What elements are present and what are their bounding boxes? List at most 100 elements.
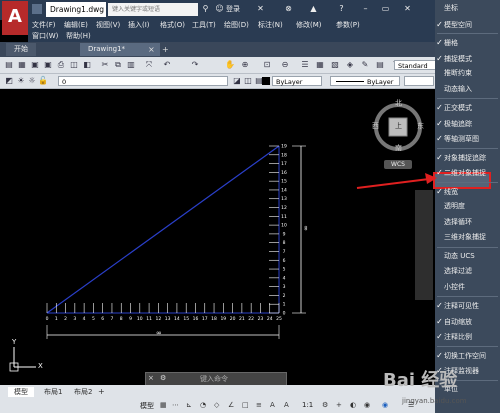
navigation-bar[interactable] [415,190,433,300]
new-tab-icon[interactable]: + [162,45,169,54]
undo-icon[interactable]: ↶ [162,60,172,70]
make-current-icon[interactable]: ◪ [232,76,242,86]
match-icon[interactable]: ⤧ [144,60,154,70]
menu-item[interactable]: ✓极轴追踪 [435,116,500,131]
save-as-icon[interactable]: ▣ [43,60,53,70]
menu-item[interactable]: 选择过滤 [435,264,500,279]
layer-select[interactable]: 0 [58,76,228,86]
menu-item[interactable]: 小控件 [435,280,500,295]
lineweight-select[interactable] [404,76,434,86]
menu-item[interactable]: 三维对象捕捉 [435,230,500,245]
design-center-icon[interactable]: ▦ [315,60,325,70]
layer-previous-icon[interactable]: ◫ [243,76,253,86]
workspace-icon[interactable]: ⚙ [322,401,328,409]
menu-draw[interactable]: 绘图(D) [224,20,249,31]
save-icon[interactable]: ▣ [30,60,40,70]
print-icon[interactable]: ⎙ [56,60,66,70]
polar-icon[interactable]: ◔ [200,401,206,409]
paste-icon[interactable]: ▥ [126,60,136,70]
quickcalc-icon[interactable]: ▤ [375,60,385,70]
viewcube-east[interactable]: 东 [417,121,424,131]
binoculars-icon[interactable]: ⚲ [200,3,211,14]
layer-manager-icon[interactable]: ◩ [4,76,14,86]
menu-item[interactable]: ✓注释比例 [435,329,500,344]
menu-edit[interactable]: 编辑(E) [64,20,88,31]
tab-model[interactable]: 模型 [8,387,34,397]
tab-layout1[interactable]: 布局1 [38,387,68,397]
copy-icon[interactable]: ⧉ [113,60,123,70]
open-file-icon[interactable]: ▦ [17,60,27,70]
close-icon[interactable]: ✕ [402,3,413,14]
snap-icon[interactable]: ⋯ [172,401,179,409]
redo-icon[interactable]: ↷ [190,60,200,70]
plus-icon[interactable]: + [336,401,342,409]
new-file-icon[interactable]: ▤ [4,60,14,70]
isolate-icon[interactable]: ◐ [350,401,356,409]
tab-layout2[interactable]: 布局2 [68,387,98,397]
viewcube-south[interactable]: 南 [395,143,402,153]
lock-icon[interactable]: 🔓 [38,76,48,86]
tab-start[interactable]: 开始 [6,43,36,56]
hardware-icon[interactable]: ◉ [364,401,370,409]
viewcube-west[interactable]: 西 [372,121,379,131]
command-input[interactable]: 键入命令 [200,374,228,384]
menu-file[interactable]: 文件(F) [32,20,56,31]
a360-icon[interactable]: ⊗ [283,3,294,14]
menu-item[interactable]: ✓自动缩放 [435,314,500,329]
zoom-previous-icon[interactable]: ⊖ [280,60,290,70]
menu-item[interactable]: ✓注释可见性 [435,298,500,313]
menu-item[interactable]: ✓等轴测草图 [435,131,500,146]
menu-item[interactable]: 选择循环 [435,215,500,230]
model-space-button[interactable]: 模型 [140,401,154,411]
quick-access-icon[interactable] [32,4,42,14]
markup-icon[interactable]: ✎ [360,60,370,70]
command-close-icon[interactable]: × [148,374,154,382]
menu-item[interactable]: ✓栅格 [435,35,500,50]
login-label[interactable]: 登录 [226,4,240,14]
menu-dimension[interactable]: 标注(N) [258,20,283,31]
app-menu-button[interactable]: A [2,1,28,35]
help-icon[interactable]: ? [336,3,347,14]
minimize-icon[interactable]: – [360,3,371,14]
menu-format[interactable]: 格式(O) [160,20,185,31]
menu-item[interactable]: ✓切换工作空间 [435,348,500,363]
pan-icon[interactable]: ✋ [225,60,235,70]
isodraft-icon[interactable]: ◇ [214,401,219,409]
menu-item[interactable]: 坐标 [435,1,500,16]
lineweight-icon[interactable]: ≡ [256,401,262,409]
tool-palette-icon[interactable]: ▧ [330,60,340,70]
menu-item[interactable]: 动态输入 [435,82,500,97]
menu-insert[interactable]: 插入(I) [128,20,150,31]
add-layout-icon[interactable]: + [98,387,105,396]
osnap-track-icon[interactable]: ∠ [228,401,234,409]
clean-screen-icon[interactable]: ◉ [382,401,388,409]
viewcube-north[interactable]: 北 [395,98,402,108]
menu-view[interactable]: 视图(V) [96,20,120,31]
ortho-icon[interactable]: ⊾ [186,401,192,409]
lightbulb-icon[interactable]: ☀ [16,76,26,86]
preview-icon[interactable]: ◫ [69,60,79,70]
grid-icon[interactable]: ▦ [160,401,167,409]
menu-item[interactable]: 动态 UCS [435,249,500,264]
triangle-icon[interactable]: ▲ [308,3,319,14]
exchange-icon[interactable]: ✕ [255,3,266,14]
color-select[interactable]: ByLayer [272,76,322,86]
publish-icon[interactable]: ◧ [82,60,92,70]
tab-close-icon[interactable]: × [148,45,155,54]
menu-item[interactable]: ✓对象捕捉追踪 [435,150,500,165]
menu-item[interactable]: ✓线宽 [435,184,500,199]
sun-icon[interactable]: ☼ [27,76,37,86]
properties-icon[interactable]: ☰ [300,60,310,70]
command-settings-icon[interactable]: ⚙ [160,374,166,382]
menu-item[interactable]: ✓正交模式 [435,100,500,115]
menu-modify[interactable]: 修改(M) [296,20,322,31]
annotation-visibility-icon[interactable]: A [270,401,275,409]
menu-window[interactable]: 窗口(W) [32,31,58,42]
maximize-icon[interactable]: ▭ [380,3,391,14]
viewcube-top[interactable]: 上 [395,121,402,131]
annotation-scale[interactable]: 1:1 [302,401,313,409]
zoom-window-icon[interactable]: ⊡ [262,60,272,70]
osnap-icon[interactable]: □ [242,401,249,409]
auto-scale-icon[interactable]: A [284,401,289,409]
menu-item[interactable]: ✓捕捉模式 [435,51,500,66]
